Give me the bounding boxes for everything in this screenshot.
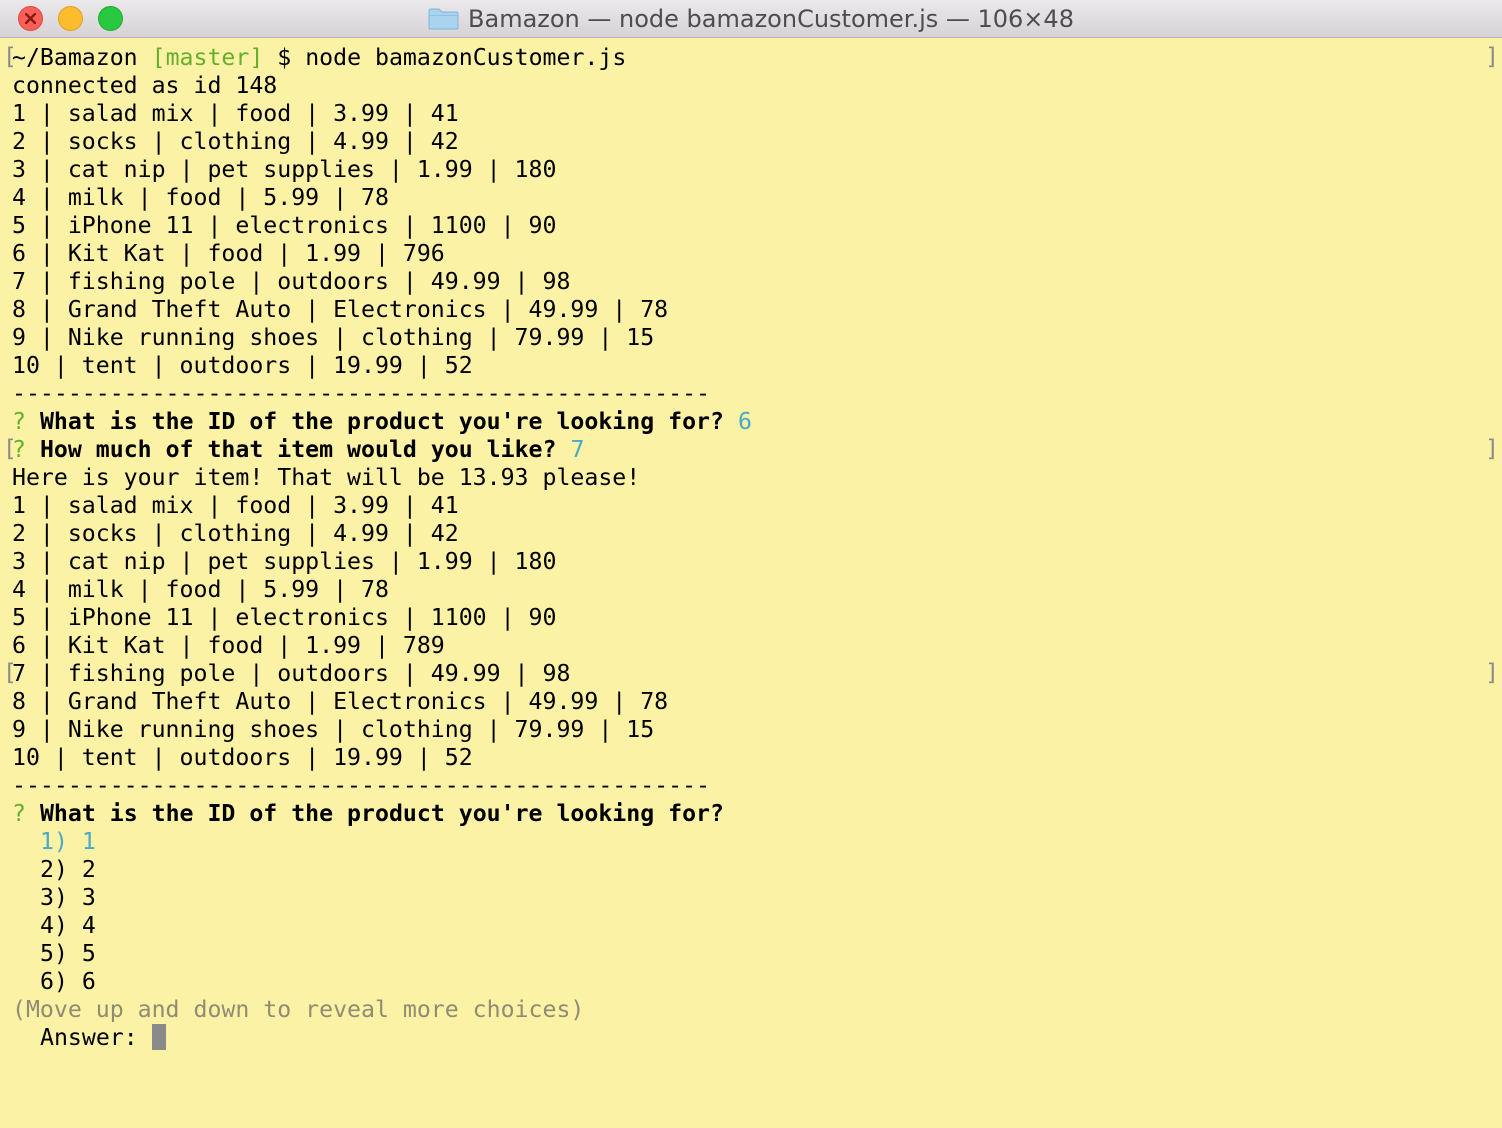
choice-item-selected[interactable]: 1) 1 [12, 828, 1502, 856]
answer-label: Answer: [40, 1024, 138, 1051]
inventory-row: 2 | socks | clothing | 4.99 | 42 [12, 128, 459, 155]
separator-line: ----------------------------------------… [12, 380, 711, 407]
purchase-result: Here is your item! That will be 13.93 pl… [12, 464, 641, 491]
folder-icon [428, 8, 459, 30]
question-mark: ? [12, 436, 26, 463]
question-text: What is the ID of the product you're loo… [39, 408, 724, 435]
inventory-row: 10 | tent | outdoors | 19.99 | 52 [12, 352, 473, 379]
prompt-cwd: ~/Bamazon [12, 44, 138, 71]
inventory-row: 10 | tent | outdoors | 19.99 | 52 [12, 744, 473, 771]
question-mark: ? [12, 408, 26, 435]
inventory-row: 4 | milk | food | 5.99 | 78 [12, 576, 389, 603]
question-quantity: ? How much of that item would you like? … [12, 436, 1502, 464]
choice-item[interactable]: 5) 5 [12, 940, 1502, 968]
terminal-window: Bamazon — node bamazonCustomer.js — 106×… [0, 0, 1502, 1128]
inventory-row: 1 | salad mix | food | 3.99 | 41 [12, 100, 459, 127]
prompt-command: node bamazonCustomer.js [305, 44, 627, 71]
inventory-row: 7 | fishing pole | outdoors | 49.99 | 98 [12, 660, 571, 687]
prompt-git-branch: [master] [151, 44, 264, 71]
question-text: How much of that item would you like? [39, 436, 557, 463]
inventory-row: 5 | iPhone 11 | electronics | 1100 | 90 [12, 212, 557, 239]
text-cursor [151, 1024, 166, 1050]
shell-prompt-line: ~/Bamazon [master] $ node bamazonCustome… [12, 44, 1502, 72]
question-answer: 7 [570, 436, 585, 463]
inventory-row: 4 | milk | food | 5.99 | 78 [12, 184, 389, 211]
inventory-row: 8 | Grand Theft Auto | Electronics | 49.… [12, 296, 669, 323]
choice-item[interactable]: 2) 2 [12, 856, 1502, 884]
inventory-row: 1 | salad mix | food | 3.99 | 41 [12, 492, 459, 519]
inventory-row: 6 | Kit Kat | food | 1.99 | 796 [12, 240, 445, 267]
inventory-row: 7 | fishing pole | outdoors | 49.99 | 98 [12, 268, 571, 295]
question-product-id-pending: ? What is the ID of the product you're l… [12, 800, 1502, 828]
inventory-row: 3 | cat nip | pet supplies | 1.99 | 180 [12, 156, 557, 183]
question-mark: ? [12, 800, 26, 827]
answer-input-line[interactable]: Answer: [12, 1024, 1502, 1052]
inventory-row: 5 | iPhone 11 | electronics | 1100 | 90 [12, 604, 557, 631]
prompt-symbol: $ [277, 44, 292, 71]
separator-line: ----------------------------------------… [12, 772, 711, 799]
choice-item[interactable]: 4) 4 [12, 912, 1502, 940]
question-answer: 6 [737, 408, 752, 435]
terminal-output[interactable]: ~/Bamazon [master] $ node bamazonCustome… [12, 44, 1502, 1052]
window-title-area: Bamazon — node bamazonCustomer.js — 106×… [0, 0, 1502, 38]
inventory-row: 2 | socks | clothing | 4.99 | 42 [12, 520, 459, 547]
question-product-id: ? What is the ID of the product you're l… [12, 408, 1502, 436]
inventory-row: 9 | Nike running shoes | clothing | 79.9… [12, 716, 655, 743]
title-bar: Bamazon — node bamazonCustomer.js — 106×… [0, 0, 1502, 38]
inventory-row: 9 | Nike running shoes | clothing | 79.9… [12, 324, 655, 351]
inventory-row: 3 | cat nip | pet supplies | 1.99 | 180 [12, 548, 557, 575]
choice-item[interactable]: 3) 3 [12, 884, 1502, 912]
connection-status: connected as id 148 [12, 72, 278, 99]
question-text: What is the ID of the product you're loo… [39, 800, 724, 827]
window-title: Bamazon — node bamazonCustomer.js — 106×… [468, 5, 1074, 33]
choices-hint: (Move up and down to reveal more choices… [12, 996, 585, 1023]
choice-item[interactable]: 6) 6 [12, 968, 1502, 996]
inventory-row: 6 | Kit Kat | food | 1.99 | 789 [12, 632, 445, 659]
inventory-row: 8 | Grand Theft Auto | Electronics | 49.… [12, 688, 669, 715]
